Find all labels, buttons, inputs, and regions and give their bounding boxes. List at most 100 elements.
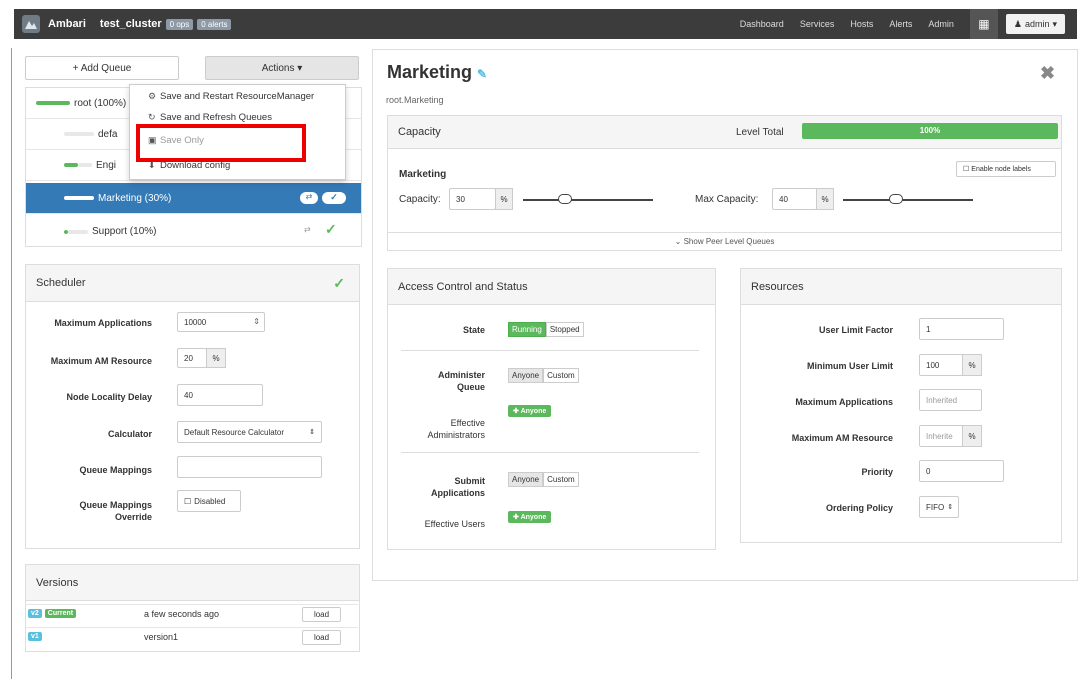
max-am-resource-label: Maximum AM Resource — [50, 356, 152, 366]
state-toggle[interactable]: Running Stopped — [508, 322, 584, 337]
badge-label: Anyone — [520, 408, 547, 415]
custom-button[interactable]: Custom — [543, 472, 579, 487]
menu-item-save-refresh[interactable]: ↻ Save and Refresh Queues — [148, 112, 272, 123]
capacity-slider[interactable] — [523, 199, 653, 201]
nav-dashboard[interactable]: Dashboard — [740, 19, 784, 29]
load-button[interactable]: load — [302, 607, 341, 622]
minimum-user-limit-input[interactable]: 100 — [919, 354, 963, 376]
administer-queue-toggle[interactable]: Anyone Custom — [508, 368, 579, 383]
submit-applications-label-line2: Applications — [430, 488, 485, 498]
queue-label: root (100%) — [74, 97, 127, 109]
user-name: admin — [1024, 19, 1050, 29]
max-capacity-slider-handle[interactable] — [889, 194, 903, 204]
nav-alerts[interactable]: Alerts — [889, 19, 912, 29]
resources-header: Resources — [741, 269, 1061, 305]
percent-addon: % — [495, 188, 513, 210]
edit-link-icon[interactable]: ⇄ — [300, 192, 318, 204]
capacity-slider-handle[interactable] — [558, 194, 572, 204]
panel-title: Access Control and Status — [398, 280, 528, 293]
ambari-logo-icon[interactable] — [22, 15, 40, 33]
show-peer-level-queues[interactable]: ⌄ Show Peer Level Queues — [387, 237, 1062, 246]
input-value: 10000 — [184, 317, 207, 327]
version-row[interactable]: v1 version1 load — [25, 627, 358, 645]
current-badge: Current — [44, 609, 77, 618]
user-menu-button[interactable]: ♟ admin ▾ — [1005, 14, 1065, 34]
mappings-override-toggle[interactable]: ☐ Disabled — [177, 490, 241, 512]
caret-down-icon: ▾ — [1052, 18, 1057, 29]
chevron-down-icon: ⌄ — [674, 237, 682, 246]
effective-administrators-label-line2: Administrators — [427, 430, 485, 440]
queue-mappings-label: Queue Mappings — [79, 465, 152, 475]
nav-hosts[interactable]: Hosts — [850, 19, 873, 29]
checkbox-icon: ☐ — [184, 496, 192, 506]
enable-node-labels-toggle[interactable]: ☐ Enable node labels — [956, 161, 1056, 177]
effective-administrators-label: Effective — [450, 418, 485, 428]
toggle-label: Disabled — [194, 496, 226, 506]
max-capacity-slider[interactable] — [843, 199, 973, 201]
calculator-label: Calculator — [107, 429, 152, 439]
max-capacity-label: Max Capacity: — [695, 194, 759, 205]
queue-capacity-bar — [64, 196, 94, 200]
user-icon: ♟ — [1013, 18, 1022, 29]
user-limit-factor-label: User Limit Factor — [818, 325, 893, 335]
state-running-button[interactable]: Running — [508, 322, 546, 337]
queue-item-marketing[interactable]: Marketing (30%) ⇄ ✓ — [26, 183, 361, 214]
ordering-policy-select[interactable]: FIFO ⇕ — [919, 496, 959, 518]
add-queue-button[interactable]: + Add Queue — [25, 56, 179, 80]
actions-button[interactable]: Actions ▾ — [205, 56, 359, 80]
res-max-am-resource-input[interactable]: Inherite — [919, 425, 963, 447]
administer-queue-label-line2: Queue — [456, 382, 485, 392]
select-value: FIFO — [926, 502, 945, 512]
nav-admin[interactable]: Admin — [928, 19, 954, 29]
max-capacity-input[interactable]: 40 — [772, 188, 817, 210]
calculator-select[interactable]: Default Resource Calculator ⇕ — [177, 421, 322, 443]
edit-link-icon[interactable]: ⇄ — [304, 225, 311, 234]
anyone-badge: ✚ Anyone — [508, 511, 552, 523]
load-button[interactable]: load — [302, 630, 341, 645]
node-locality-input[interactable]: 40 — [177, 384, 263, 406]
brand-name[interactable]: Ambari — [48, 18, 86, 30]
user-limit-factor-input[interactable]: 1 — [919, 318, 1004, 340]
cluster-name[interactable]: test_cluster — [100, 18, 162, 30]
res-max-am-resource-label: Maximum AM Resource — [791, 433, 893, 443]
queue-mappings-input[interactable] — [177, 456, 322, 478]
res-max-applications-input[interactable]: Inherited — [919, 389, 982, 411]
queue-item-support[interactable]: Support (10%) ⇄ ✓ — [26, 216, 361, 247]
menu-item-save-restart[interactable]: ⚙ Save and Restart ResourceManager — [148, 91, 314, 102]
alerts-badge[interactable]: 0 alerts — [197, 18, 232, 30]
ordering-policy-label: Ordering Policy — [825, 503, 893, 513]
max-applications-input[interactable]: 10000 ⇕ — [177, 312, 265, 332]
checkbox-icon: ☐ — [963, 166, 970, 173]
views-grid-icon[interactable]: ▦ — [969, 9, 998, 39]
panel-title: Capacity — [398, 126, 441, 138]
spinner-icon[interactable]: ⇕ — [253, 317, 260, 326]
top-nav: Dashboard Services Hosts Alerts Admin ▦ … — [724, 9, 1065, 39]
max-am-resource-input[interactable]: 20 — [177, 348, 207, 368]
priority-label: Priority — [861, 467, 893, 477]
res-max-applications-label: Maximum Applications — [795, 397, 893, 407]
state-stopped-button[interactable]: Stopped — [545, 322, 584, 337]
minimum-user-limit-label: Minimum User Limit — [806, 361, 893, 371]
version-tag: v1 — [28, 632, 42, 641]
submit-applications-toggle[interactable]: Anyone Custom — [508, 472, 579, 487]
peer-divider — [387, 232, 1062, 233]
custom-button[interactable]: Custom — [543, 368, 579, 383]
close-icon[interactable]: ✖ — [1040, 63, 1055, 84]
nav-services[interactable]: Services — [800, 19, 835, 29]
anyone-button[interactable]: Anyone — [508, 472, 544, 487]
state-label: State — [462, 325, 485, 335]
effective-users-label: Effective Users — [424, 519, 485, 529]
priority-input[interactable]: 0 — [919, 460, 1004, 482]
divider — [401, 452, 699, 453]
node-locality-label: Node Locality Delay — [66, 392, 152, 402]
toggle-label: Enable node labels — [971, 165, 1031, 173]
ops-badge[interactable]: 0 ops — [165, 18, 194, 30]
anyone-button[interactable]: Anyone — [508, 368, 544, 383]
panel-title: Versions — [36, 576, 79, 589]
version-row[interactable]: v2 Current a few seconds ago load — [25, 604, 358, 622]
left-edge-divider — [11, 48, 12, 679]
version-tag: v2 — [28, 609, 42, 618]
menu-item-label: Save and Refresh Queues — [160, 112, 272, 123]
capacity-input[interactable]: 30 — [449, 188, 496, 210]
edit-icon[interactable]: ✎ — [477, 67, 487, 81]
